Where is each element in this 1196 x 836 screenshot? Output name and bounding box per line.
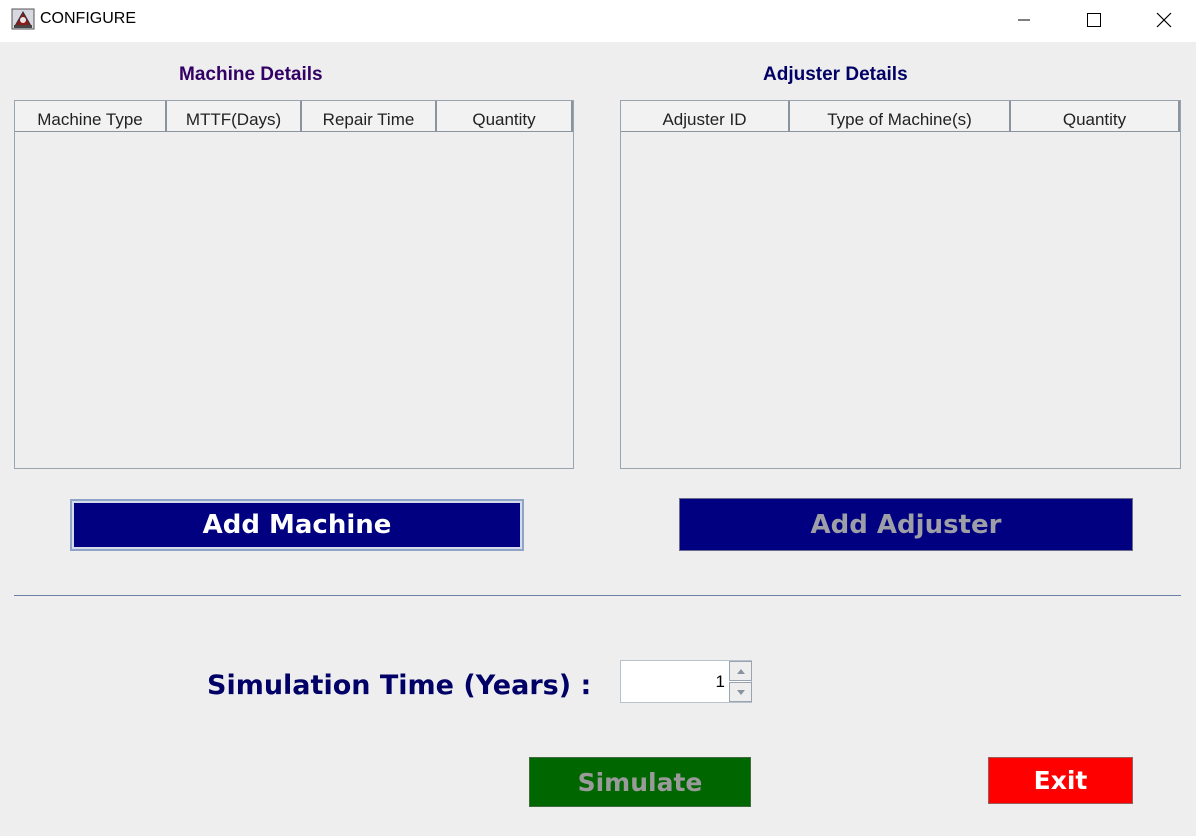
spinner-decrement-button[interactable] xyxy=(729,682,752,702)
column-header-type-of-machines[interactable]: Type of Machine(s) xyxy=(790,101,1011,131)
column-header-machine-type[interactable]: Machine Type xyxy=(15,101,167,131)
app-icon xyxy=(11,8,35,30)
column-header-adjuster-id[interactable]: Adjuster ID xyxy=(621,101,790,131)
close-button[interactable] xyxy=(1141,0,1187,40)
machine-details-title: Machine Details xyxy=(179,64,323,85)
adjuster-details-title: Adjuster Details xyxy=(763,64,908,85)
exit-button[interactable]: Exit xyxy=(988,757,1133,804)
machine-table[interactable]: Machine Type MTTF(Days) Repair Time Quan… xyxy=(14,100,574,469)
simulation-time-input[interactable] xyxy=(621,661,729,702)
minimize-icon xyxy=(1018,19,1030,21)
column-header-mttf[interactable]: MTTF(Days) xyxy=(167,101,302,131)
simulate-button[interactable]: Simulate xyxy=(529,757,751,807)
adjuster-table[interactable]: Adjuster ID Type of Machine(s) Quantity xyxy=(620,100,1181,469)
minimize-button[interactable] xyxy=(1001,0,1047,40)
machine-table-header: Machine Type MTTF(Days) Repair Time Quan… xyxy=(15,101,573,132)
title-bar: CONFIGURE xyxy=(0,0,1196,42)
column-header-quantity[interactable]: Quantity xyxy=(437,101,573,131)
simulation-time-label: Simulation Time (Years) : xyxy=(207,670,592,701)
caret-up-icon xyxy=(736,668,745,674)
maximize-icon xyxy=(1087,13,1101,27)
caret-down-icon xyxy=(736,689,745,695)
column-header-adjuster-quantity[interactable]: Quantity xyxy=(1011,101,1180,131)
window-title: CONFIGURE xyxy=(40,10,136,27)
adjuster-table-header: Adjuster ID Type of Machine(s) Quantity xyxy=(621,101,1180,132)
section-divider xyxy=(14,595,1181,596)
column-header-repair-time[interactable]: Repair Time xyxy=(302,101,437,131)
add-machine-button[interactable]: Add Machine xyxy=(70,499,524,551)
simulation-time-spinner[interactable] xyxy=(620,660,752,703)
maximize-button[interactable] xyxy=(1071,0,1117,40)
close-icon xyxy=(1156,12,1172,28)
add-adjuster-button[interactable]: Add Adjuster xyxy=(679,498,1133,551)
spinner-increment-button[interactable] xyxy=(729,661,752,681)
